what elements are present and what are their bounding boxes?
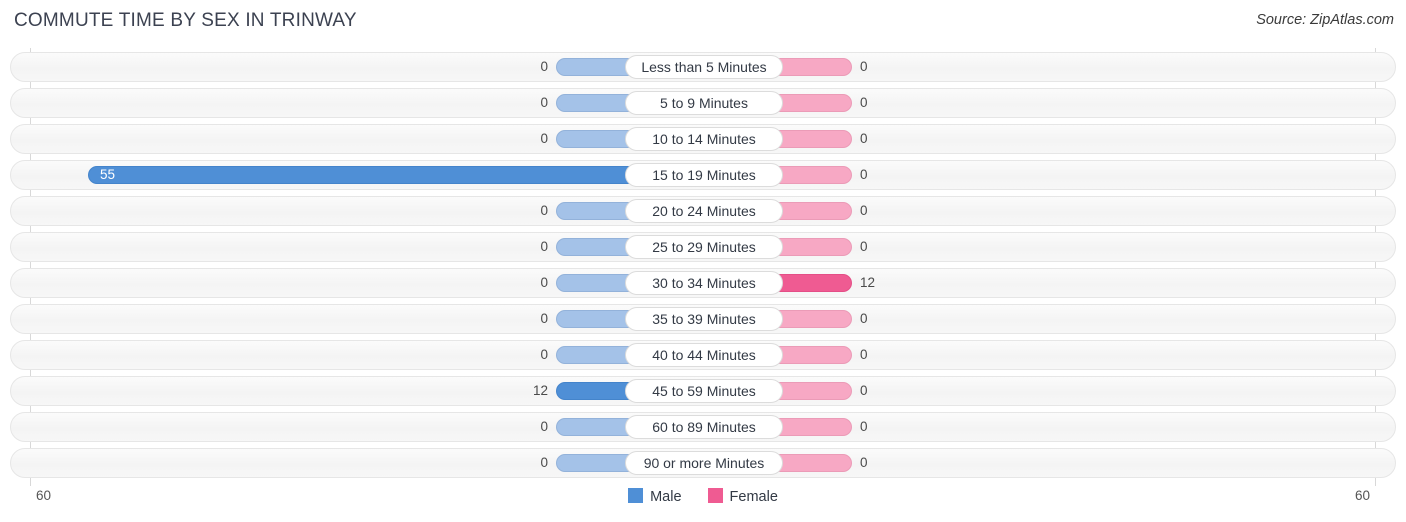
female-value-label: 0: [860, 239, 868, 254]
category-label-pill: 10 to 14 Minutes: [625, 127, 783, 151]
bar-row: 0 0 20 to 24 Minutes: [10, 196, 1396, 226]
legend-label: Female: [729, 489, 778, 505]
bar-row-inner: 12 0 45 to 59 Minutes: [11, 377, 1395, 405]
male-value-label: 0: [540, 203, 548, 218]
chart-header: COMMUTE TIME BY SEX IN TRINWAY Source: Z…: [0, 0, 1406, 44]
bar-row: 0 0 40 to 44 Minutes: [10, 340, 1396, 370]
bar-row-inner: 0 0 40 to 44 Minutes: [11, 341, 1395, 369]
page-title: COMMUTE TIME BY SEX IN TRINWAY: [14, 10, 357, 31]
bar-row-inner: 0 0 35 to 39 Minutes: [11, 305, 1395, 333]
female-value-label: 0: [860, 95, 868, 110]
female-value-label: 0: [860, 131, 868, 146]
category-label-pill: 15 to 19 Minutes: [625, 163, 783, 187]
category-label-pill: 45 to 59 Minutes: [625, 379, 783, 403]
bar-row: 0 0 90 or more Minutes: [10, 448, 1396, 478]
female-value-label: 0: [860, 167, 868, 182]
bar-row: 0 12 30 to 34 Minutes: [10, 268, 1396, 298]
male-value-label: 0: [540, 275, 548, 290]
female-value-label: 0: [860, 59, 868, 74]
bar-row-inner: 0 12 30 to 34 Minutes: [11, 269, 1395, 297]
male-value-label: 0: [540, 347, 548, 362]
chart-footer: 60 60 Male Female: [0, 486, 1406, 522]
bar-row: 0 0 25 to 29 Minutes: [10, 232, 1396, 262]
bar-row: 0 0 5 to 9 Minutes: [10, 88, 1396, 118]
source-attribution: Source: ZipAtlas.com: [1256, 12, 1394, 28]
bar-row-inner: 0 0 Less than 5 Minutes: [11, 53, 1395, 81]
legend-label: Male: [650, 489, 682, 505]
category-label-pill: 90 or more Minutes: [625, 451, 783, 475]
category-label-pill: Less than 5 Minutes: [625, 55, 783, 79]
female-value-label: 0: [860, 455, 868, 470]
female-value-label: 0: [860, 383, 868, 398]
category-label-pill: 20 to 24 Minutes: [625, 199, 783, 223]
bar-row: 55 0 15 to 19 Minutes: [10, 160, 1396, 190]
bar-row-inner: 0 0 5 to 9 Minutes: [11, 89, 1395, 117]
male-bar: [88, 166, 704, 184]
category-label-pill: 25 to 29 Minutes: [625, 235, 783, 259]
bar-row: 0 0 60 to 89 Minutes: [10, 412, 1396, 442]
category-label-pill: 40 to 44 Minutes: [625, 343, 783, 367]
legend-item-male[interactable]: Male: [628, 488, 682, 505]
bar-row: 0 0 10 to 14 Minutes: [10, 124, 1396, 154]
female-value-label: 0: [860, 203, 868, 218]
chart-plot-area: 0 0 Less than 5 Minutes 0 0 5 to 9 Minutes 0 0 1…: [0, 48, 1406, 486]
male-value-label: 0: [540, 59, 548, 74]
male-value-label: 12: [532, 383, 548, 398]
bar-row: 0 0 35 to 39 Minutes: [10, 304, 1396, 334]
bar-row-inner: 0 0 20 to 24 Minutes: [11, 197, 1395, 225]
male-value-label: 0: [540, 419, 548, 434]
category-label-pill: 60 to 89 Minutes: [625, 415, 783, 439]
category-label-pill: 5 to 9 Minutes: [625, 91, 783, 115]
legend-swatch-icon: [628, 488, 644, 503]
female-value-label: 0: [860, 311, 868, 326]
female-value-label: 0: [860, 419, 868, 434]
male-value-label: 0: [540, 455, 548, 470]
male-value-label: 55: [100, 167, 116, 182]
bar-row-inner: 0 0 90 or more Minutes: [11, 449, 1395, 477]
legend-item-female[interactable]: Female: [707, 488, 778, 505]
male-value-label: 0: [540, 311, 548, 326]
category-label-pill: 35 to 39 Minutes: [625, 307, 783, 331]
male-value-label: 0: [540, 131, 548, 146]
bar-row: 12 0 45 to 59 Minutes: [10, 376, 1396, 406]
bar-row: 0 0 Less than 5 Minutes: [10, 52, 1396, 82]
legend-swatch-icon: [707, 488, 723, 503]
bar-row-inner: 55 0 15 to 19 Minutes: [11, 161, 1395, 189]
female-value-label: 12: [860, 275, 876, 290]
bar-row-inner: 0 0 10 to 14 Minutes: [11, 125, 1395, 153]
female-value-label: 0: [860, 347, 868, 362]
male-value-label: 0: [540, 239, 548, 254]
bar-row-inner: 0 0 60 to 89 Minutes: [11, 413, 1395, 441]
male-value-label: 0: [540, 95, 548, 110]
chart-legend: Male Female: [0, 488, 1406, 505]
category-label-pill: 30 to 34 Minutes: [625, 271, 783, 295]
bar-row-inner: 0 0 25 to 29 Minutes: [11, 233, 1395, 261]
